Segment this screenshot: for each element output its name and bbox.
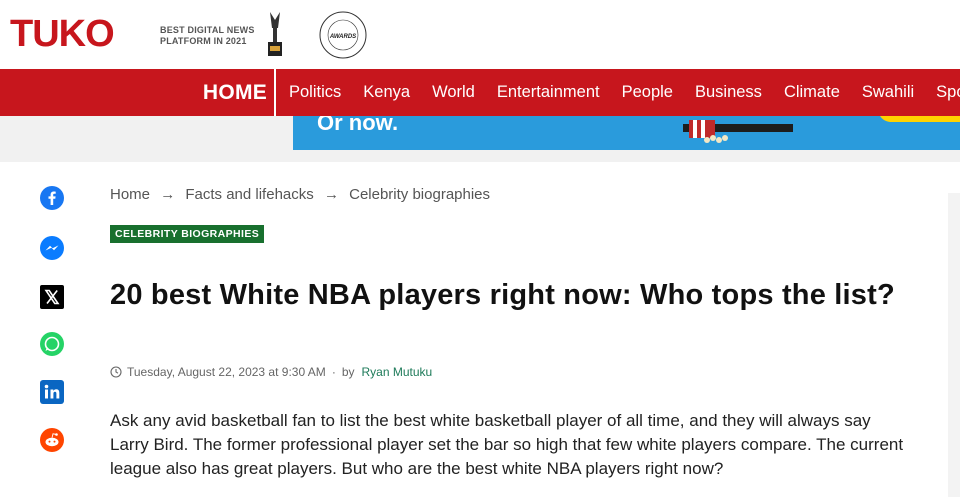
meta-separator: · [331,365,336,379]
popcorn-image [683,120,793,143]
article-lead: Ask any avid basketball fan to list the … [110,411,904,478]
nav-item-kenya[interactable]: Kenya [352,83,421,102]
breadcrumb: Home → Facts and lifehacks → Celebrity b… [110,186,490,203]
article-title: 20 best White NBA players right now: Who… [110,279,895,311]
ad-cta-shape [878,116,960,122]
nav-list: Politics Kenya World Entertainment Peopl… [278,69,960,116]
site-header: TUKO BEST DIGITAL NEWS PLATFORM IN 2021 … [0,0,960,69]
svg-text:AWARDS: AWARDS [329,34,356,40]
linkedin-icon[interactable] [40,380,64,404]
breadcrumb-separator: → [160,186,176,203]
tuko-logo[interactable]: TUKO [10,12,140,54]
nav-item-world[interactable]: World [421,83,486,102]
article-meta: Tuesday, August 22, 2023 at 9:30 AM · by… [110,365,432,379]
nav-item-climate[interactable]: Climate [773,83,851,102]
category-tag[interactable]: CELEBRITY BIOGRAPHIES [110,225,265,243]
sidebar-edge [948,193,960,497]
whatsapp-icon[interactable] [40,332,64,356]
ad-banner[interactable]: Or now. [293,116,960,150]
ad-text: Or now. [317,116,399,135]
clock-icon [110,366,122,378]
author-link[interactable]: Ryan Mutuku [362,365,433,379]
nav-item-politics[interactable]: Politics [278,83,352,102]
breadcrumb-celebrity[interactable]: Celebrity biographies [349,186,490,203]
messenger-icon[interactable] [40,236,64,260]
facebook-icon[interactable] [40,186,64,210]
award-badge-icon: AWARDS [319,11,367,59]
reddit-icon[interactable] [40,428,64,452]
breadcrumb-facts[interactable]: Facts and lifehacks [185,186,313,203]
nav-item-swahili[interactable]: Swahili [851,83,925,102]
trophy-icon [268,12,282,56]
nav-item-business[interactable]: Business [684,83,773,102]
svg-text:TUKO: TUKO [10,13,114,54]
nav-item-entertainment[interactable]: Entertainment [486,83,611,102]
ad-zone: Or now. [0,116,960,162]
byline-label: by [341,365,355,379]
publish-date: Tuesday, August 22, 2023 at 9:30 AM [127,365,326,379]
breadcrumb-home[interactable]: Home [110,186,150,203]
breadcrumb-separator: → [323,186,339,203]
x-icon[interactable] [40,285,64,309]
award-label: BEST DIGITAL NEWS PLATFORM IN 2021 [160,25,255,46]
nav-item-sports[interactable]: Spo [925,83,960,102]
nav-home[interactable]: HOME [196,69,276,116]
main-nav: HOME Politics Kenya World Entertainment … [0,69,960,116]
nav-item-people[interactable]: People [611,83,684,102]
